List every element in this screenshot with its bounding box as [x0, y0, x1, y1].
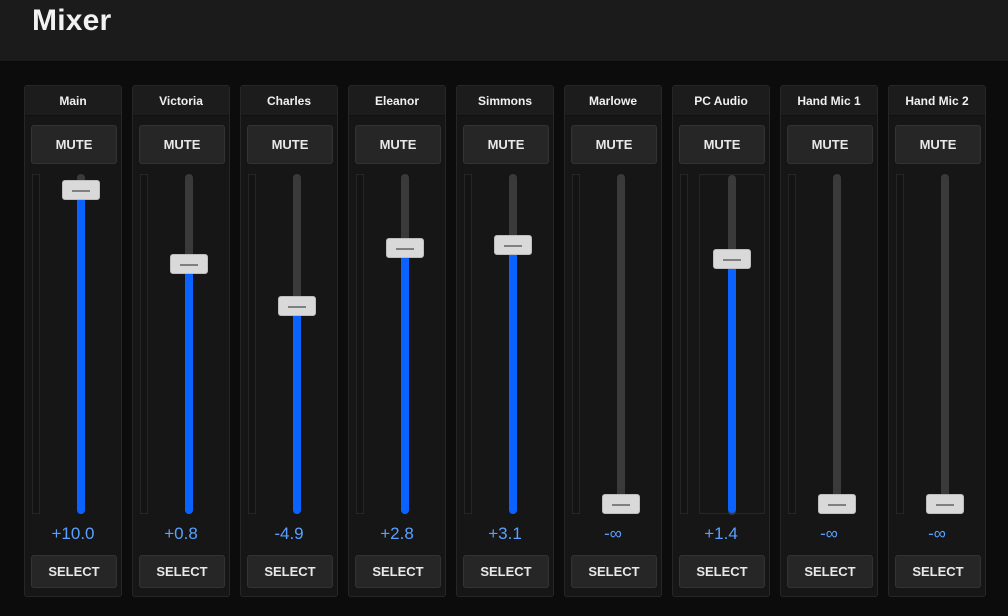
- fader-fill: [293, 305, 301, 514]
- level-meter: [788, 174, 796, 514]
- mute-button[interactable]: MUTE: [679, 125, 765, 164]
- gain-value: +2.8: [380, 524, 414, 543]
- channel-name: Simmons: [457, 86, 553, 116]
- gain-value: +1.4: [704, 524, 738, 543]
- channel-name: Main: [25, 86, 121, 116]
- gain-value: +0.8: [164, 524, 198, 543]
- mixer-channels: Main MUTE +10.0 SELECT Victoria MUTE +0.…: [0, 0, 1008, 616]
- fader-fill: [185, 264, 193, 514]
- select-button[interactable]: SELECT: [679, 555, 765, 588]
- channel-name: Eleanor: [349, 86, 445, 116]
- mute-button[interactable]: MUTE: [463, 125, 549, 164]
- fader-handle[interactable]: [602, 494, 640, 514]
- fader[interactable]: [261, 174, 333, 514]
- level-meter: [140, 174, 148, 514]
- channel-strip-simmons: Simmons MUTE +3.1 SELECT: [456, 85, 554, 597]
- channel-name: Hand Mic 2: [889, 86, 985, 116]
- fader[interactable]: [909, 174, 981, 514]
- fader-fill: [401, 248, 409, 514]
- gain-value: -∞: [820, 524, 838, 543]
- channel-name: Hand Mic 1: [781, 86, 877, 116]
- fader[interactable]: [699, 174, 765, 515]
- channel-name: Marlowe: [565, 86, 661, 116]
- mute-button[interactable]: MUTE: [571, 125, 657, 164]
- channel-strip-eleanor: Eleanor MUTE +2.8 SELECT: [348, 85, 446, 597]
- fader-handle[interactable]: [386, 238, 424, 258]
- select-button[interactable]: SELECT: [247, 555, 333, 588]
- select-button[interactable]: SELECT: [139, 555, 225, 588]
- mute-button[interactable]: MUTE: [139, 125, 225, 164]
- gain-value: +10.0: [51, 524, 95, 543]
- mute-button[interactable]: MUTE: [31, 125, 117, 164]
- gain-value: +3.1: [488, 524, 522, 543]
- fader[interactable]: [477, 174, 549, 514]
- mute-button[interactable]: MUTE: [787, 125, 873, 164]
- level-meter: [464, 174, 472, 514]
- level-meter: [356, 174, 364, 514]
- fader[interactable]: [585, 174, 657, 514]
- channel-strip-victoria: Victoria MUTE +0.8 SELECT: [132, 85, 230, 597]
- level-meter: [680, 174, 688, 514]
- select-button[interactable]: SELECT: [787, 555, 873, 588]
- channel-strip-pc-audio: PC Audio MUTE +1.4 SELECT: [672, 85, 770, 597]
- select-button[interactable]: SELECT: [355, 555, 441, 588]
- fader-fill: [509, 244, 517, 514]
- select-button[interactable]: SELECT: [895, 555, 981, 588]
- fader[interactable]: [801, 174, 873, 514]
- select-button[interactable]: SELECT: [571, 555, 657, 588]
- channel-strip-hand-mic-2: Hand Mic 2 MUTE -∞ SELECT: [888, 85, 986, 597]
- channel-strip-marlowe: Marlowe MUTE -∞ SELECT: [564, 85, 662, 597]
- fader-fill: [728, 256, 736, 513]
- fader[interactable]: [45, 174, 117, 514]
- channel-strip-charles: Charles MUTE -4.9 SELECT: [240, 85, 338, 597]
- fader-handle[interactable]: [713, 248, 751, 269]
- level-meter: [248, 174, 256, 514]
- level-meter: [572, 174, 580, 514]
- level-meter: [32, 174, 40, 514]
- mute-button[interactable]: MUTE: [895, 125, 981, 164]
- fader-track[interactable]: [941, 174, 949, 514]
- fader-handle[interactable]: [818, 494, 856, 514]
- fader-handle[interactable]: [62, 180, 100, 201]
- channel-name: PC Audio: [673, 86, 769, 116]
- channel-name: Victoria: [133, 86, 229, 116]
- select-button[interactable]: SELECT: [463, 555, 549, 588]
- channel-name: Charles: [241, 86, 337, 116]
- gain-value: -4.9: [274, 524, 304, 543]
- level-meter: [896, 174, 904, 514]
- fader-handle[interactable]: [278, 295, 316, 316]
- fader-track[interactable]: [833, 174, 841, 514]
- mute-button[interactable]: MUTE: [355, 125, 441, 164]
- channel-strip-hand-mic-1: Hand Mic 1 MUTE -∞ SELECT: [780, 85, 878, 597]
- fader-fill: [77, 190, 85, 514]
- fader-handle[interactable]: [494, 234, 532, 255]
- fader-handle[interactable]: [170, 254, 208, 274]
- fader[interactable]: [153, 174, 225, 514]
- select-button[interactable]: SELECT: [31, 555, 117, 588]
- gain-value: -∞: [928, 524, 946, 543]
- channel-strip-main: Main MUTE +10.0 SELECT: [24, 85, 122, 597]
- fader-track[interactable]: [617, 174, 625, 514]
- mute-button[interactable]: MUTE: [247, 125, 333, 164]
- fader[interactable]: [369, 174, 441, 514]
- gain-value: -∞: [604, 524, 622, 543]
- fader-handle[interactable]: [926, 494, 964, 514]
